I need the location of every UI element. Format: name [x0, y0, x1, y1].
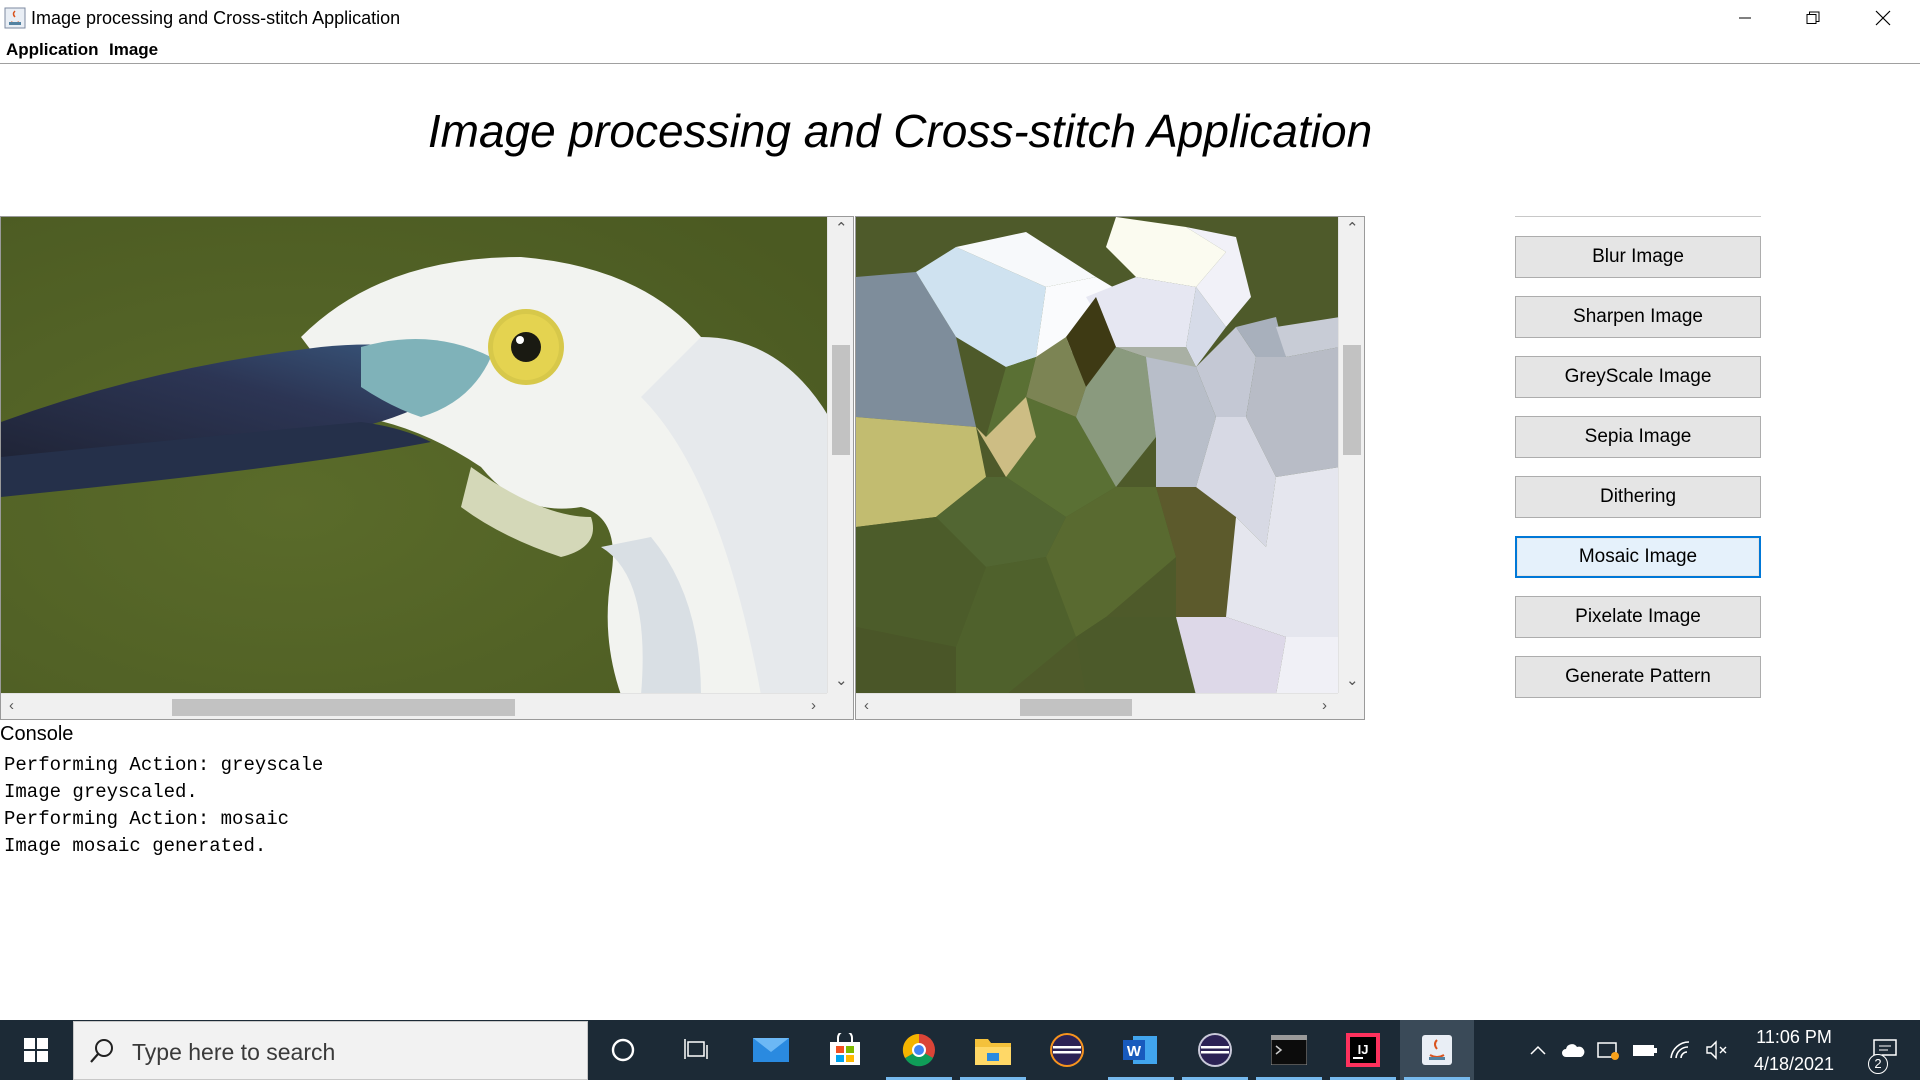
wifi-icon [1670, 1041, 1690, 1059]
pixelate-image-button[interactable]: Pixelate Image [1515, 596, 1761, 638]
java-app-button[interactable] [1400, 1020, 1474, 1080]
mail-icon [753, 1038, 789, 1062]
button-panel-divider [1515, 216, 1761, 217]
scroll-right-icon[interactable]: › [1322, 698, 1327, 714]
vertical-scroll-thumb[interactable] [1343, 345, 1361, 455]
security-icon [1597, 1042, 1619, 1060]
eclipse-icon [1050, 1033, 1084, 1067]
start-button[interactable] [0, 1020, 72, 1080]
chrome-button[interactable] [882, 1020, 956, 1080]
file-explorer-button[interactable] [956, 1020, 1030, 1080]
processed-horizontal-scrollbar[interactable]: ‹ › [856, 693, 1340, 719]
menu-bar: Application Image [0, 36, 1920, 64]
original-horizontal-scrollbar[interactable]: ‹ › [1, 693, 829, 719]
store-icon [830, 1033, 860, 1065]
console-label: Console [0, 723, 74, 745]
clock-date: 4/18/2021 [1753, 1054, 1835, 1074]
taskbar: Type here to search W IJ 11:06 PM 4/18/2… [0, 1020, 1920, 1080]
close-button[interactable] [1848, 0, 1918, 36]
processed-vertical-scrollbar[interactable]: ⌃ ⌄ [1338, 217, 1364, 695]
console-line: Performing Action: mosaic [4, 808, 290, 830]
scroll-corner [1338, 693, 1364, 719]
eclipse-button[interactable] [1030, 1020, 1104, 1080]
page-title-text: Image processing and Cross-stitch Applic… [427, 105, 1373, 157]
minimize-button[interactable] [1710, 0, 1780, 36]
security-button[interactable] [1594, 1020, 1624, 1080]
window-title: Image processing and Cross-stitch Applic… [31, 8, 401, 28]
scroll-up-icon[interactable]: ⌃ [1346, 221, 1359, 237]
task-view-icon [684, 1039, 708, 1059]
original-image-pane[interactable]: ⌃ ⌄ ‹ › [0, 216, 854, 720]
file-explorer-icon [975, 1039, 1011, 1065]
notification-count-badge: 2 [1868, 1054, 1888, 1074]
original-vertical-scrollbar[interactable]: ⌃ ⌄ [827, 217, 853, 695]
cortana-button[interactable] [586, 1020, 660, 1080]
svg-text:W: W [1127, 1043, 1142, 1060]
scroll-down-icon[interactable]: ⌄ [1346, 673, 1359, 689]
greyscale-image-button[interactable]: GreyScale Image [1515, 356, 1761, 398]
svg-text:IJ: IJ [1358, 1042, 1369, 1057]
mosaic-image [856, 217, 1340, 695]
cortana-icon [611, 1038, 635, 1062]
java-icon [1422, 1035, 1452, 1065]
wifi-button[interactable] [1666, 1020, 1696, 1080]
onedrive-icon [1562, 1044, 1585, 1057]
scroll-left-icon[interactable]: ‹ [9, 698, 14, 714]
restore-icon [1806, 11, 1820, 24]
terminal-icon [1271, 1035, 1307, 1065]
search-icon [90, 1039, 113, 1063]
vertical-scroll-thumb[interactable] [832, 345, 850, 455]
clock-time: 11:06 PM [1756, 1027, 1832, 1047]
page-title: Image processing and Cross-stitch Applic… [0, 104, 1800, 158]
minimize-icon [1739, 17, 1751, 19]
horizontal-scroll-thumb[interactable] [172, 699, 515, 716]
close-icon [1875, 10, 1891, 26]
chrome-icon [902, 1033, 935, 1067]
volume-button[interactable] [1702, 1020, 1732, 1080]
sharpen-image-button[interactable]: Sharpen Image [1515, 296, 1761, 338]
search-placeholder: Type here to search [132, 1039, 336, 1065]
windows-icon [24, 1038, 48, 1062]
scroll-corner [827, 693, 853, 719]
eclipse-icon [1198, 1033, 1232, 1067]
console-line: Performing Action: greyscale [4, 754, 324, 776]
volume-muted-icon [1706, 1040, 1727, 1060]
menu-application[interactable]: Application [6, 40, 99, 60]
scroll-up-icon[interactable]: ⌃ [835, 221, 848, 237]
menu-image[interactable]: Image [109, 40, 158, 60]
taskbar-search-box[interactable]: Type here to search [73, 1021, 588, 1080]
eclipse-button-2[interactable] [1178, 1020, 1252, 1080]
onedrive-button[interactable] [1558, 1020, 1588, 1080]
word-icon: W [1123, 1036, 1157, 1064]
console-line: Image mosaic generated. [4, 835, 267, 857]
intellij-icon: IJ [1346, 1033, 1380, 1067]
scroll-right-icon[interactable]: › [811, 698, 816, 714]
intellij-button[interactable]: IJ [1326, 1020, 1400, 1080]
terminal-button[interactable] [1252, 1020, 1326, 1080]
dithering-button[interactable]: Dithering [1515, 476, 1761, 518]
horizontal-scroll-thumb[interactable] [1020, 699, 1132, 716]
store-button[interactable] [808, 1020, 882, 1080]
console-output[interactable]: Performing Action: greyscale Image greysc… [4, 752, 323, 860]
console-line: Image greyscaled. [4, 781, 198, 803]
processed-image-pane[interactable]: ⌃ ⌄ ‹ › [855, 216, 1365, 720]
battery-button[interactable] [1630, 1020, 1660, 1080]
mail-button[interactable] [734, 1020, 808, 1080]
battery-icon [1633, 1045, 1657, 1056]
system-clock[interactable]: 11:06 PM 4/18/2021 [1738, 1024, 1850, 1078]
task-view-button[interactable] [660, 1020, 734, 1080]
blur-image-button[interactable]: Blur Image [1515, 236, 1761, 278]
show-hidden-icons-button[interactable] [1524, 1020, 1552, 1080]
java-app-icon [4, 7, 26, 29]
sepia-image-button[interactable]: Sepia Image [1515, 416, 1761, 458]
title-bar: Image processing and Cross-stitch Applic… [0, 0, 1920, 36]
scroll-down-icon[interactable]: ⌄ [835, 673, 848, 689]
original-image [1, 217, 829, 695]
chevron-up-icon [1530, 1045, 1546, 1055]
restore-button[interactable] [1778, 0, 1848, 36]
word-button[interactable]: W [1104, 1020, 1178, 1080]
generate-pattern-button[interactable]: Generate Pattern [1515, 656, 1761, 698]
scroll-left-icon[interactable]: ‹ [864, 698, 869, 714]
mosaic-image-button[interactable]: Mosaic Image [1515, 536, 1761, 578]
